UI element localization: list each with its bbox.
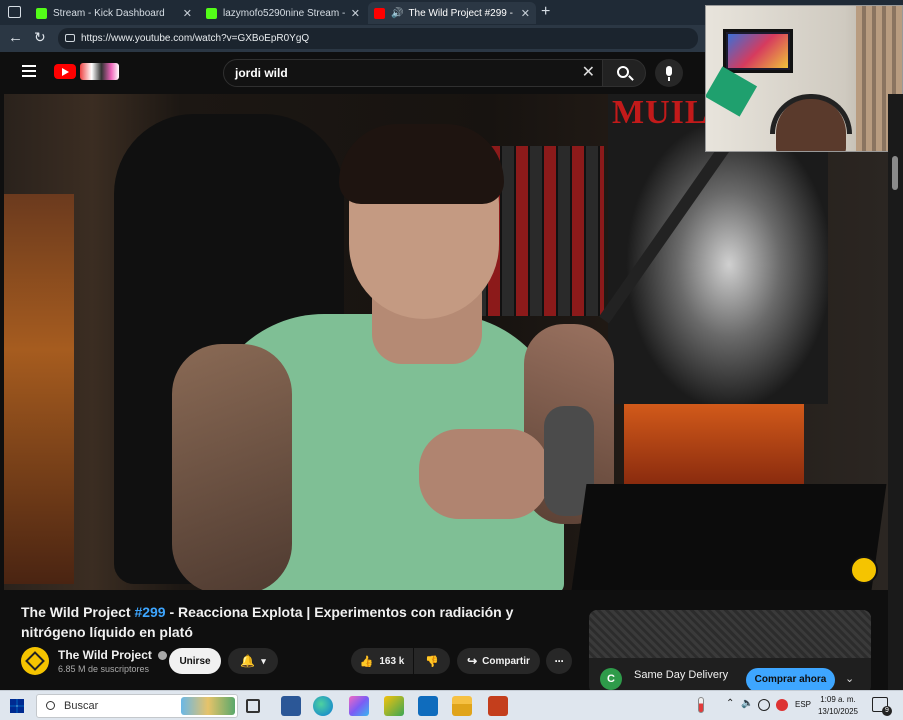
powerpoint-icon[interactable] bbox=[488, 696, 508, 716]
scrollbar-thumb[interactable] bbox=[892, 156, 898, 190]
file-explorer-icon[interactable] bbox=[452, 696, 472, 716]
webcam-tv-screen bbox=[728, 34, 788, 68]
ad-panel[interactable]: C Same Day Delivery Comprar ahora ⌄ bbox=[589, 610, 871, 694]
thumbs-up-icon: 👍 bbox=[359, 655, 374, 668]
menu-icon[interactable] bbox=[22, 65, 36, 77]
kick-icon bbox=[36, 7, 47, 19]
back-arrow-icon[interactable]: ← bbox=[8, 29, 23, 46]
video-desk-equipment bbox=[571, 484, 887, 590]
clock-time: 1:09 a. m. bbox=[820, 695, 856, 704]
microphone-icon bbox=[666, 66, 672, 76]
new-tab-button[interactable]: + bbox=[541, 3, 550, 21]
tab-overview-icon[interactable] bbox=[8, 6, 21, 18]
copilot-icon[interactable] bbox=[349, 696, 369, 716]
clear-icon[interactable]: ✕ bbox=[582, 60, 595, 86]
search-button[interactable] bbox=[602, 59, 646, 87]
youtube-logo[interactable] bbox=[54, 64, 76, 79]
edge-icon[interactable] bbox=[313, 696, 333, 716]
search-text: jordi wild bbox=[235, 66, 288, 80]
tab-kick-stream[interactable]: lazymofo5290nine Stream - Watch ✕ bbox=[200, 2, 366, 24]
more-icon: ··· bbox=[554, 654, 565, 668]
video-player[interactable]: MUIL bbox=[4, 94, 888, 590]
share-button[interactable]: ↪ Compartir bbox=[457, 648, 540, 674]
notification-center-icon[interactable]: 9 bbox=[872, 697, 892, 716]
channel-name-text: The Wild Project bbox=[58, 648, 152, 662]
search-input[interactable]: jordi wild ✕ bbox=[223, 59, 606, 87]
video-person-hands bbox=[419, 429, 549, 519]
volume-icon[interactable]: 🔈 bbox=[741, 698, 753, 709]
microphone-stand bbox=[668, 77, 670, 81]
chevron-down-icon: ▾ bbox=[261, 655, 266, 666]
chevron-up-icon[interactable]: ⌃ bbox=[726, 698, 734, 709]
tab-title: Stream - Kick Dashboard bbox=[53, 7, 165, 19]
tab-title: The Wild Project #299 - Reacciona bbox=[408, 7, 514, 19]
clock-date: 13/10/2025 bbox=[817, 707, 859, 716]
ad-advertiser-avatar: C bbox=[600, 668, 622, 690]
share-icon: ↪ bbox=[467, 654, 478, 668]
youtube-icon bbox=[374, 7, 385, 19]
voice-search-button[interactable] bbox=[655, 59, 683, 87]
tab-youtube-video[interactable]: 🔊 The Wild Project #299 - Reacciona ✕ bbox=[368, 2, 536, 24]
url-field[interactable]: https://www.youtube.com/watch?v=GXBoEpR0… bbox=[58, 28, 698, 49]
share-label: Compartir bbox=[482, 655, 530, 667]
url-text: https://www.youtube.com/watch?v=GXBoEpR0… bbox=[81, 33, 310, 44]
outlook-icon[interactable] bbox=[418, 696, 438, 716]
join-label: Unirse bbox=[179, 655, 211, 667]
title-episode-link[interactable]: #299 bbox=[134, 604, 165, 620]
site-info-icon[interactable] bbox=[65, 34, 75, 42]
ad-cta-button[interactable]: Comprar ahora bbox=[746, 668, 835, 692]
join-button[interactable]: Unirse bbox=[169, 648, 221, 674]
close-icon[interactable]: ✕ bbox=[351, 7, 360, 20]
like-button[interactable]: 👍 163 k bbox=[351, 648, 413, 674]
search-icon-handle bbox=[628, 75, 634, 81]
tab-title: lazymofo5290nine Stream - Watch bbox=[223, 7, 345, 19]
video-title: The Wild Project #299 - Reacciona Explot… bbox=[21, 602, 581, 642]
video-poster-left bbox=[4, 194, 74, 584]
taskbar-clock[interactable]: 1:09 a. m. 13/10/2025 bbox=[812, 694, 864, 718]
app-icon[interactable] bbox=[384, 696, 404, 716]
kick-icon bbox=[206, 7, 217, 19]
subscriber-count: 6.85 M de suscriptores bbox=[58, 664, 150, 674]
ad-cta-label: Comprar ahora bbox=[754, 674, 827, 685]
language-indicator[interactable]: ESP bbox=[795, 700, 811, 709]
meet-now-icon[interactable] bbox=[758, 699, 770, 711]
tab-kick-dashboard[interactable]: Stream - Kick Dashboard ✕ bbox=[30, 2, 198, 24]
doodle-logo[interactable] bbox=[80, 63, 119, 80]
search-highlight-image bbox=[181, 697, 235, 715]
task-view-icon[interactable] bbox=[246, 699, 260, 713]
taskbar-search-placeholder: Buscar bbox=[64, 700, 99, 712]
wifi-off-icon[interactable] bbox=[776, 699, 788, 711]
video-channel-watermark bbox=[850, 556, 878, 584]
bell-icon: 🔔 bbox=[240, 654, 256, 668]
windows-start-icon[interactable] bbox=[10, 699, 24, 713]
video-person-arm-left bbox=[172, 344, 292, 590]
notification-count: 9 bbox=[882, 706, 892, 716]
ad-banner-image bbox=[589, 610, 871, 658]
close-icon[interactable]: ✕ bbox=[521, 7, 530, 20]
channel-avatar[interactable] bbox=[21, 647, 49, 675]
title-channel: The Wild Project bbox=[21, 604, 131, 620]
chevron-down-icon[interactable]: ⌄ bbox=[845, 672, 854, 685]
windows-taskbar: Buscar ⌃ 🔈 ESP 1:09 a. m. 13/10/2025 9 bbox=[0, 690, 903, 720]
verified-icon bbox=[158, 651, 168, 661]
video-orange-panel bbox=[624, 404, 804, 484]
thermometer-icon[interactable] bbox=[698, 697, 704, 713]
video-poster-text: MUIL bbox=[612, 94, 709, 131]
video-person-hair bbox=[339, 124, 504, 204]
thumbs-down-icon: 👎 bbox=[425, 655, 439, 668]
like-count: 163 k bbox=[379, 655, 405, 667]
notifications-button[interactable]: 🔔 ▾ bbox=[228, 648, 278, 674]
more-actions-button[interactable]: ··· bbox=[546, 648, 572, 674]
channel-name[interactable]: The Wild Project bbox=[58, 648, 168, 662]
close-icon[interactable]: ✕ bbox=[183, 7, 192, 20]
webcam-overlay bbox=[705, 5, 903, 152]
reload-icon[interactable]: ↻ bbox=[34, 29, 46, 46]
search-icon bbox=[46, 701, 55, 710]
word-icon[interactable] bbox=[281, 696, 301, 716]
ad-advertiser-name: Same Day Delivery bbox=[634, 669, 729, 681]
speaker-icon[interactable]: 🔊 bbox=[391, 8, 403, 19]
dislike-button[interactable]: 👎 bbox=[414, 648, 450, 674]
taskbar-search-box[interactable]: Buscar bbox=[36, 694, 238, 718]
